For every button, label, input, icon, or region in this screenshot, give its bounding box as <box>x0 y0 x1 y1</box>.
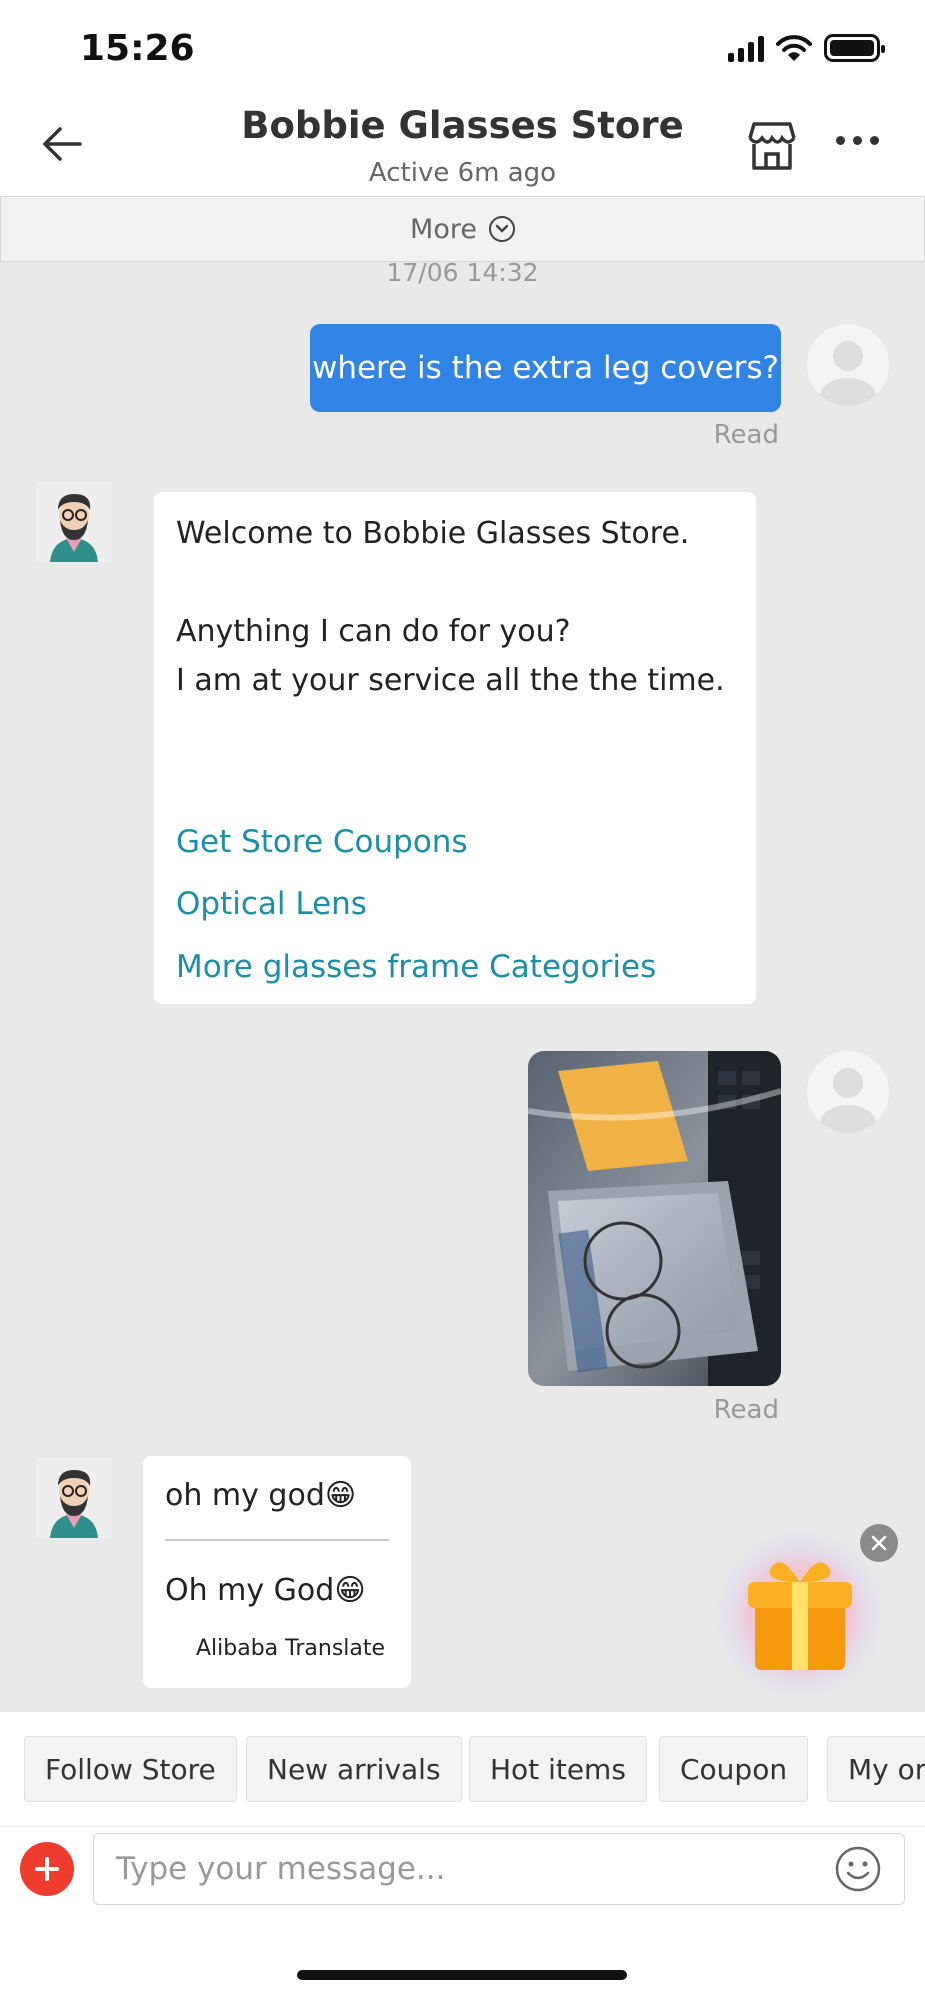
translated-text-line: Oh my God😁 <box>165 1573 366 1608</box>
more-options-icon[interactable] <box>836 136 879 145</box>
quick-reply-bar: Follow Store New arrivals Hot items Coup… <box>0 1712 925 1826</box>
link-optical-lens[interactable]: Optical Lens <box>176 886 367 922</box>
message-text-line: Anything I can do for you? <box>176 614 571 649</box>
message-timestamp: 17/06 14:32 <box>386 258 539 287</box>
translation-source-label: Alibaba Translate <box>196 1636 386 1661</box>
close-icon[interactable] <box>860 1524 898 1562</box>
battery-icon <box>824 34 885 62</box>
store-message-bubble[interactable]: oh my god😁 Oh my God😁 Alibaba Translate <box>143 1456 411 1688</box>
translation-divider <box>165 1539 389 1541</box>
link-more-categories[interactable]: More glasses frame Categories <box>176 949 656 985</box>
user-message-bubble[interactable]: where is the extra leg covers? <box>310 324 781 412</box>
add-attachment-icon[interactable] <box>20 1842 74 1896</box>
wifi-icon <box>776 35 812 61</box>
message-input[interactable]: Type your message... <box>93 1833 905 1905</box>
status-time: 15:26 <box>80 28 195 69</box>
chevron-down-icon <box>488 216 515 242</box>
status-icons <box>728 34 885 62</box>
message-text-line: Welcome to Bobbie Glasses Store. <box>176 516 690 551</box>
chip-coupon[interactable]: Coupon <box>659 1736 809 1802</box>
emoji-icon[interactable] <box>834 1845 882 1893</box>
store-avatar-icon <box>36 1458 112 1538</box>
user-avatar-icon <box>807 1051 889 1133</box>
user-avatar-icon <box>807 324 889 406</box>
bottom-safe-area <box>0 1924 925 2000</box>
message-composer: Type your message... <box>0 1826 925 1924</box>
message-text-line: I am at your service all the the time. <box>176 663 725 698</box>
home-indicator[interactable] <box>297 1970 627 1980</box>
storefront-icon[interactable] <box>744 118 800 174</box>
cellular-signal-icon <box>728 34 764 62</box>
more-label: More <box>410 213 477 245</box>
chip-new-arrivals[interactable]: New arrivals <box>246 1736 462 1802</box>
chip-follow-store[interactable]: Follow Store <box>24 1736 237 1802</box>
store-message-bubble[interactable]: Welcome to Bobbie Glasses Store. Anythin… <box>154 492 756 1004</box>
store-avatar-icon <box>36 482 112 562</box>
read-receipt: Read <box>713 420 779 450</box>
sent-photo-glasses[interactable] <box>528 1051 781 1386</box>
chip-my-orders[interactable]: My orders <box>827 1736 925 1802</box>
link-get-store-coupons[interactable]: Get Store Coupons <box>176 824 468 860</box>
more-toggle-bar[interactable]: More <box>0 196 925 262</box>
chip-hot-items[interactable]: Hot items <box>469 1736 647 1802</box>
message-text-line: oh my god😁 <box>165 1478 357 1513</box>
read-receipt: Read <box>713 1395 779 1425</box>
